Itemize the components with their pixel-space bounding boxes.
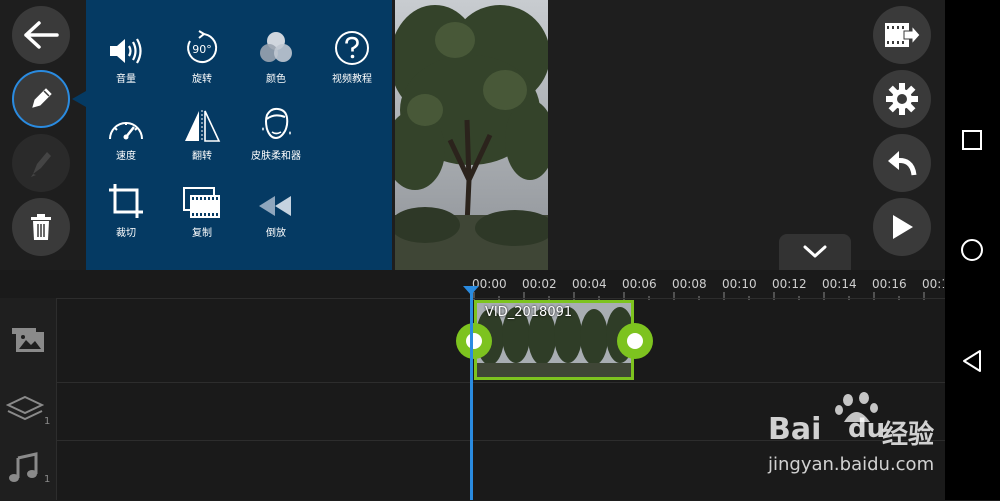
tool-skin-smoother-label: 皮肤柔和器: [251, 151, 301, 162]
clip-trim-start-handle[interactable]: [456, 323, 492, 359]
tool-crop-label: 裁切: [116, 228, 136, 239]
edit-button[interactable]: [12, 70, 70, 128]
edit-tools-panel: 音量 90° 旋转 颜色 视频教程 速度 翻转 皮肤柔和器 裁切 复制 倒放: [86, 0, 392, 270]
tool-volume[interactable]: 音量: [88, 26, 164, 85]
reverse-icon: [259, 196, 291, 216]
system-nav-bar: [945, 0, 1000, 500]
tree-preview-image: [395, 0, 548, 270]
face-icon: [262, 107, 291, 140]
ruler-empty: [56, 270, 472, 300]
music-note-icon: [9, 452, 38, 482]
watermark-brand: Bai: [768, 412, 822, 447]
rotate-90-icon: 90°: [187, 30, 218, 63]
tick-label: 00:1: [922, 277, 944, 291]
baidu-jingyan-watermark: Bai du 经验 jingyan.baidu.com: [768, 392, 944, 480]
settings-button[interactable]: [873, 70, 931, 128]
media-image-icon: [12, 328, 44, 352]
rotate-badge: 90°: [192, 43, 212, 56]
tick-label: 00:02: [522, 277, 557, 291]
tool-duplicate[interactable]: 复制: [164, 180, 240, 239]
collapse-panel-button[interactable]: [779, 234, 851, 270]
tool-color[interactable]: 颜色: [238, 26, 314, 85]
back-button[interactable]: [12, 6, 70, 64]
video-clip[interactable]: VID_2018091: [474, 300, 634, 380]
tool-color-label: 颜色: [266, 74, 286, 85]
back-triangle-icon[interactable]: [961, 349, 983, 373]
tick-label: 00:08: [672, 277, 707, 291]
playhead-line[interactable]: [470, 292, 473, 500]
tool-flip-label: 翻转: [192, 151, 212, 162]
tick-label: 00:16: [872, 277, 907, 291]
tool-speed[interactable]: 速度: [88, 103, 164, 162]
tool-reverse-label: 倒放: [266, 228, 286, 239]
layers-icon: [6, 395, 44, 421]
export-button[interactable]: [873, 6, 931, 64]
audio-count: 1: [44, 474, 51, 485]
color-circles-icon: [260, 32, 292, 62]
flip-icon: [185, 110, 221, 142]
video-preview[interactable]: [395, 0, 548, 270]
tick-label: 00:04: [572, 277, 607, 291]
brush-icon: [31, 152, 51, 177]
tool-skin-smoother[interactable]: 皮肤柔和器: [238, 103, 314, 162]
effects-button[interactable]: [12, 134, 70, 192]
tick-label: 00:10: [722, 277, 757, 291]
delete-button[interactable]: [12, 198, 70, 256]
tool-tutorial[interactable]: 视频教程: [314, 26, 390, 85]
play-icon: [893, 215, 913, 239]
tool-volume-label: 音量: [116, 74, 136, 85]
play-button[interactable]: [873, 198, 931, 256]
tick-label: 00:12: [772, 277, 807, 291]
film-export-icon: [885, 23, 921, 47]
help-icon: [335, 31, 369, 65]
watermark-cn: 经验: [882, 420, 935, 450]
tool-reverse[interactable]: 倒放: [238, 180, 314, 239]
clip-name: VID_2018091: [485, 305, 573, 320]
home-icon[interactable]: [960, 238, 984, 262]
layer-track-header: 1: [0, 382, 57, 440]
tool-rotate[interactable]: 90° 旋转: [164, 26, 240, 85]
audio-track-header: 1: [0, 440, 57, 500]
layer-count: 1: [44, 416, 51, 427]
crop-icon: [109, 184, 143, 218]
panel-pointer: [72, 91, 86, 107]
tool-speed-label: 速度: [116, 151, 136, 162]
watermark-brand2: du: [848, 414, 886, 444]
arrow-left-icon: [24, 21, 59, 49]
recent-apps-icon[interactable]: [961, 129, 983, 151]
tick-label: 00:14: [822, 277, 857, 291]
undo-button[interactable]: [873, 134, 931, 192]
tool-tutorial-label: 视频教程: [332, 74, 372, 85]
tool-crop[interactable]: 裁切: [88, 180, 164, 239]
watermark-url: jingyan.baidu.com: [768, 454, 935, 475]
gear-icon: [886, 83, 918, 115]
speedometer-icon: [109, 122, 143, 140]
chevron-down-icon: [803, 245, 827, 258]
tool-flip[interactable]: 翻转: [164, 103, 240, 162]
tick-label: 00:06: [622, 277, 657, 291]
undo-icon: [888, 151, 917, 176]
tool-rotate-label: 旋转: [192, 74, 212, 85]
trash-icon: [31, 214, 51, 240]
playhead-marker[interactable]: [463, 286, 479, 295]
pencil-icon: [32, 88, 52, 108]
duplicate-icon: [183, 187, 220, 218]
clip-trim-end-handle[interactable]: [617, 323, 653, 359]
video-track-header: [0, 298, 57, 382]
tool-duplicate-label: 复制: [192, 228, 212, 239]
volume-icon: [110, 38, 142, 64]
